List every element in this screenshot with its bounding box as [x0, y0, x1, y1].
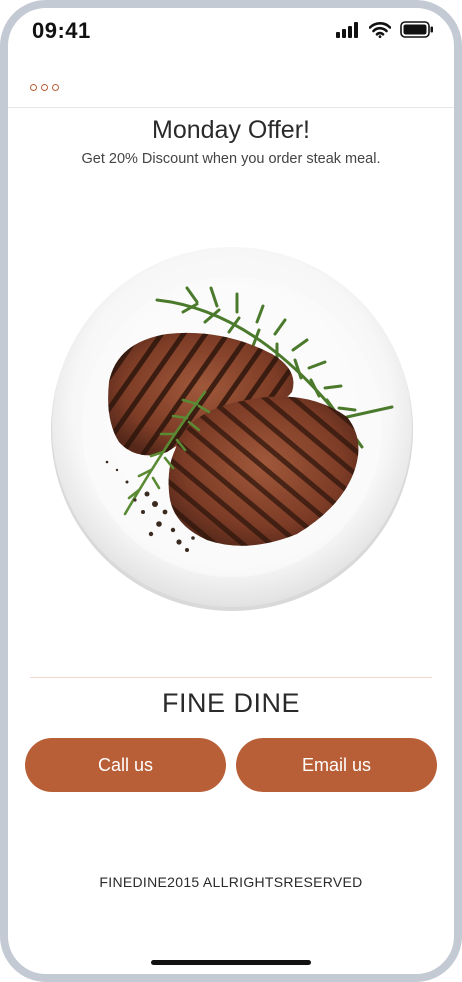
status-time: 09:41: [32, 18, 91, 43]
offer-subtitle: Get 20% Discount when you order steak me…: [81, 151, 381, 167]
menu-dot: [52, 84, 59, 91]
cellular-signal-icon: [336, 21, 358, 38]
offer-title: Monday Offer!: [152, 116, 310, 144]
email-us-button[interactable]: Email us: [236, 738, 437, 792]
divider: [30, 677, 432, 678]
wifi-icon: [369, 21, 391, 38]
more-dots-icon[interactable]: [30, 84, 59, 91]
status-bar: 09:41: [8, 8, 454, 58]
phone-frame: 09:41 Monday Offer! Get 20% Discount whe…: [0, 0, 462, 982]
status-icons: [336, 21, 434, 38]
home-indicator[interactable]: [151, 960, 311, 965]
footer-copyright: FINEDINE2015 ALLRIGHTSRESERVED: [99, 874, 363, 887]
steak-plate-image: [47, 242, 417, 612]
top-nav: [8, 58, 454, 108]
call-us-button[interactable]: Call us: [25, 738, 226, 792]
battery-icon: [400, 21, 433, 38]
steak-illustration: [51, 247, 413, 611]
menu-dot: [30, 84, 37, 91]
brand-name: FINE DINE: [161, 688, 300, 718]
menu-dot: [41, 84, 48, 91]
